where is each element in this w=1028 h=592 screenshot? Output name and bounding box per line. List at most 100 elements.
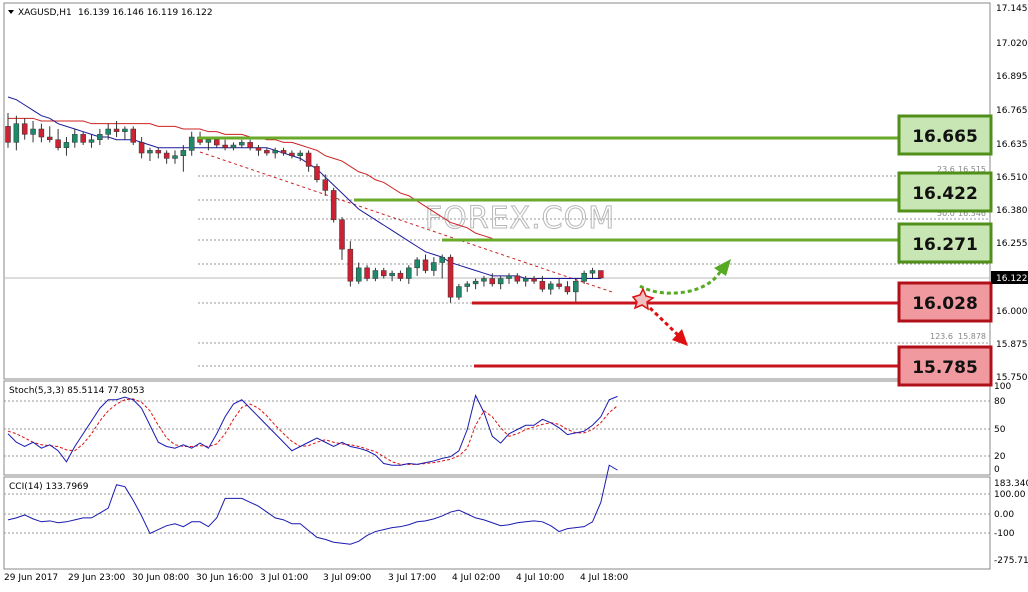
candle-bull[interactable] [464, 283, 470, 287]
candle-bull[interactable] [272, 150, 278, 154]
chart-canvas[interactable]: FOREX.COM 23.6 16.515 50.0 16.346 123.6 … [0, 0, 1028, 588]
candle-bull[interactable] [122, 128, 128, 132]
time-tick: 29 Jun 2017 [4, 573, 58, 583]
candle-bull[interactable] [239, 142, 245, 146]
candle-bear[interactable] [155, 150, 162, 154]
candle-bear[interactable] [113, 128, 120, 132]
price-tick: 16.255 [996, 239, 1028, 249]
candle-bear[interactable] [130, 128, 136, 143]
level-text-15785: 15.785 [912, 358, 978, 378]
price-tick: 17.020 [996, 39, 1028, 49]
candle-bull[interactable] [297, 152, 303, 156]
candle-bear[interactable] [339, 219, 345, 250]
price-tick: 17.145 [996, 4, 1028, 14]
candle-bear[interactable] [247, 142, 253, 148]
candle-bull[interactable] [180, 150, 187, 156]
candle-bear[interactable] [280, 150, 287, 154]
cci-tick: 100.00 [994, 490, 1026, 500]
stoch-tick: 80 [994, 397, 1006, 407]
candle-bear[interactable] [5, 126, 11, 143]
candle-bull[interactable] [406, 267, 412, 279]
candle-bull[interactable] [414, 259, 420, 269]
cci-title: CCI(14) 133.7969 [9, 482, 89, 492]
candle-bull[interactable] [456, 286, 462, 298]
candle-bear[interactable] [489, 278, 496, 285]
candle-bear[interactable] [422, 259, 429, 271]
candle-bear[interactable] [539, 280, 546, 290]
candle-bear[interactable] [80, 134, 86, 143]
time-axis: 29 Jun 2017 29 Jun 23:00 30 Jun 08:00 30… [4, 573, 629, 583]
level-box-16422: 16.422 [897, 171, 993, 213]
candle-bull[interactable] [72, 134, 78, 143]
chart-window: FOREX.COM 23.6 16.515 50.0 16.346 123.6 … [0, 0, 1028, 588]
candle-bull[interactable] [205, 139, 212, 143]
cci-pane[interactable] [3, 476, 991, 570]
candle-bull[interactable] [548, 283, 554, 290]
candle-bull[interactable] [372, 270, 379, 279]
candle-bear[interactable] [138, 142, 145, 154]
candle-bear[interactable] [222, 144, 228, 148]
candle-bear[interactable] [163, 152, 170, 159]
candle-bull[interactable] [63, 142, 70, 148]
candle-bear[interactable] [289, 152, 295, 156]
candle-bull[interactable] [522, 278, 529, 282]
candle-bear[interactable] [330, 190, 337, 221]
main-pane[interactable] [3, 2, 991, 380]
candle-bear[interactable] [447, 256, 454, 298]
cci-tick: 0.00 [994, 510, 1014, 520]
candle-bear[interactable] [255, 147, 262, 151]
level-text-16422: 16.422 [912, 184, 978, 204]
candle-bull[interactable] [230, 144, 237, 148]
candle-bull[interactable] [472, 280, 479, 285]
candle-bear[interactable] [364, 267, 370, 279]
candle-bull[interactable] [581, 272, 587, 282]
time-tick: 4 Jul 10:00 [516, 573, 565, 583]
candle-bull[interactable] [506, 275, 512, 279]
fib-value-1236: 15.878 [958, 332, 986, 341]
time-tick: 30 Jun 08:00 [132, 573, 189, 583]
candle-bull[interactable] [589, 270, 596, 274]
candle-bull[interactable] [355, 267, 362, 282]
candle-bear[interactable] [38, 128, 45, 138]
candle-bear[interactable] [514, 275, 521, 282]
candle-bear[interactable] [556, 283, 562, 287]
candle-bear[interactable] [347, 248, 354, 282]
candle-bull[interactable] [431, 262, 437, 271]
candle-bear[interactable] [598, 270, 604, 279]
candle-bear[interactable] [314, 166, 320, 180]
candle-bull[interactable] [97, 134, 103, 140]
candle-bear[interactable] [564, 286, 571, 293]
candle-bear[interactable] [21, 123, 28, 135]
price-tick: 15.875 [996, 340, 1028, 350]
level-box-15785: 15.785 [897, 345, 993, 387]
time-tick: 3 Jul 09:00 [323, 573, 372, 583]
watermark-text: FOREX.COM [425, 201, 615, 236]
price-axis: 17.145 17.020 16.895 16.765 16.635 16.51… [996, 4, 1028, 383]
price-tick: 16.635 [996, 140, 1028, 150]
level-text-16665: 16.665 [912, 127, 978, 147]
candle-bull[interactable] [389, 272, 395, 277]
level-text-16028: 16.028 [912, 294, 978, 314]
candle-bear[interactable] [264, 150, 270, 154]
candle-bear[interactable] [397, 272, 404, 279]
candle-bear[interactable] [305, 152, 312, 167]
candle-bull[interactable] [105, 128, 111, 135]
candle-bull[interactable] [439, 256, 445, 263]
candle-bull[interactable] [481, 278, 487, 282]
candle-bull[interactable] [147, 150, 153, 154]
candle-bull[interactable] [188, 136, 195, 151]
candle-bear[interactable] [214, 139, 220, 146]
candle-bull[interactable] [497, 278, 504, 285]
candle-bear[interactable] [47, 136, 53, 140]
candle-bear[interactable] [55, 139, 61, 148]
candle-bear[interactable] [322, 179, 329, 191]
candle-bull[interactable] [13, 123, 20, 143]
candle-bull[interactable] [88, 139, 95, 143]
stoch-pane[interactable] [3, 380, 991, 476]
candle-bull[interactable] [573, 280, 579, 293]
candle-bear[interactable] [531, 278, 537, 282]
cci-tick: -100 [994, 529, 1015, 539]
candle-bull[interactable] [30, 128, 36, 135]
candle-bull[interactable] [172, 155, 178, 159]
candle-bear[interactable] [381, 270, 387, 277]
